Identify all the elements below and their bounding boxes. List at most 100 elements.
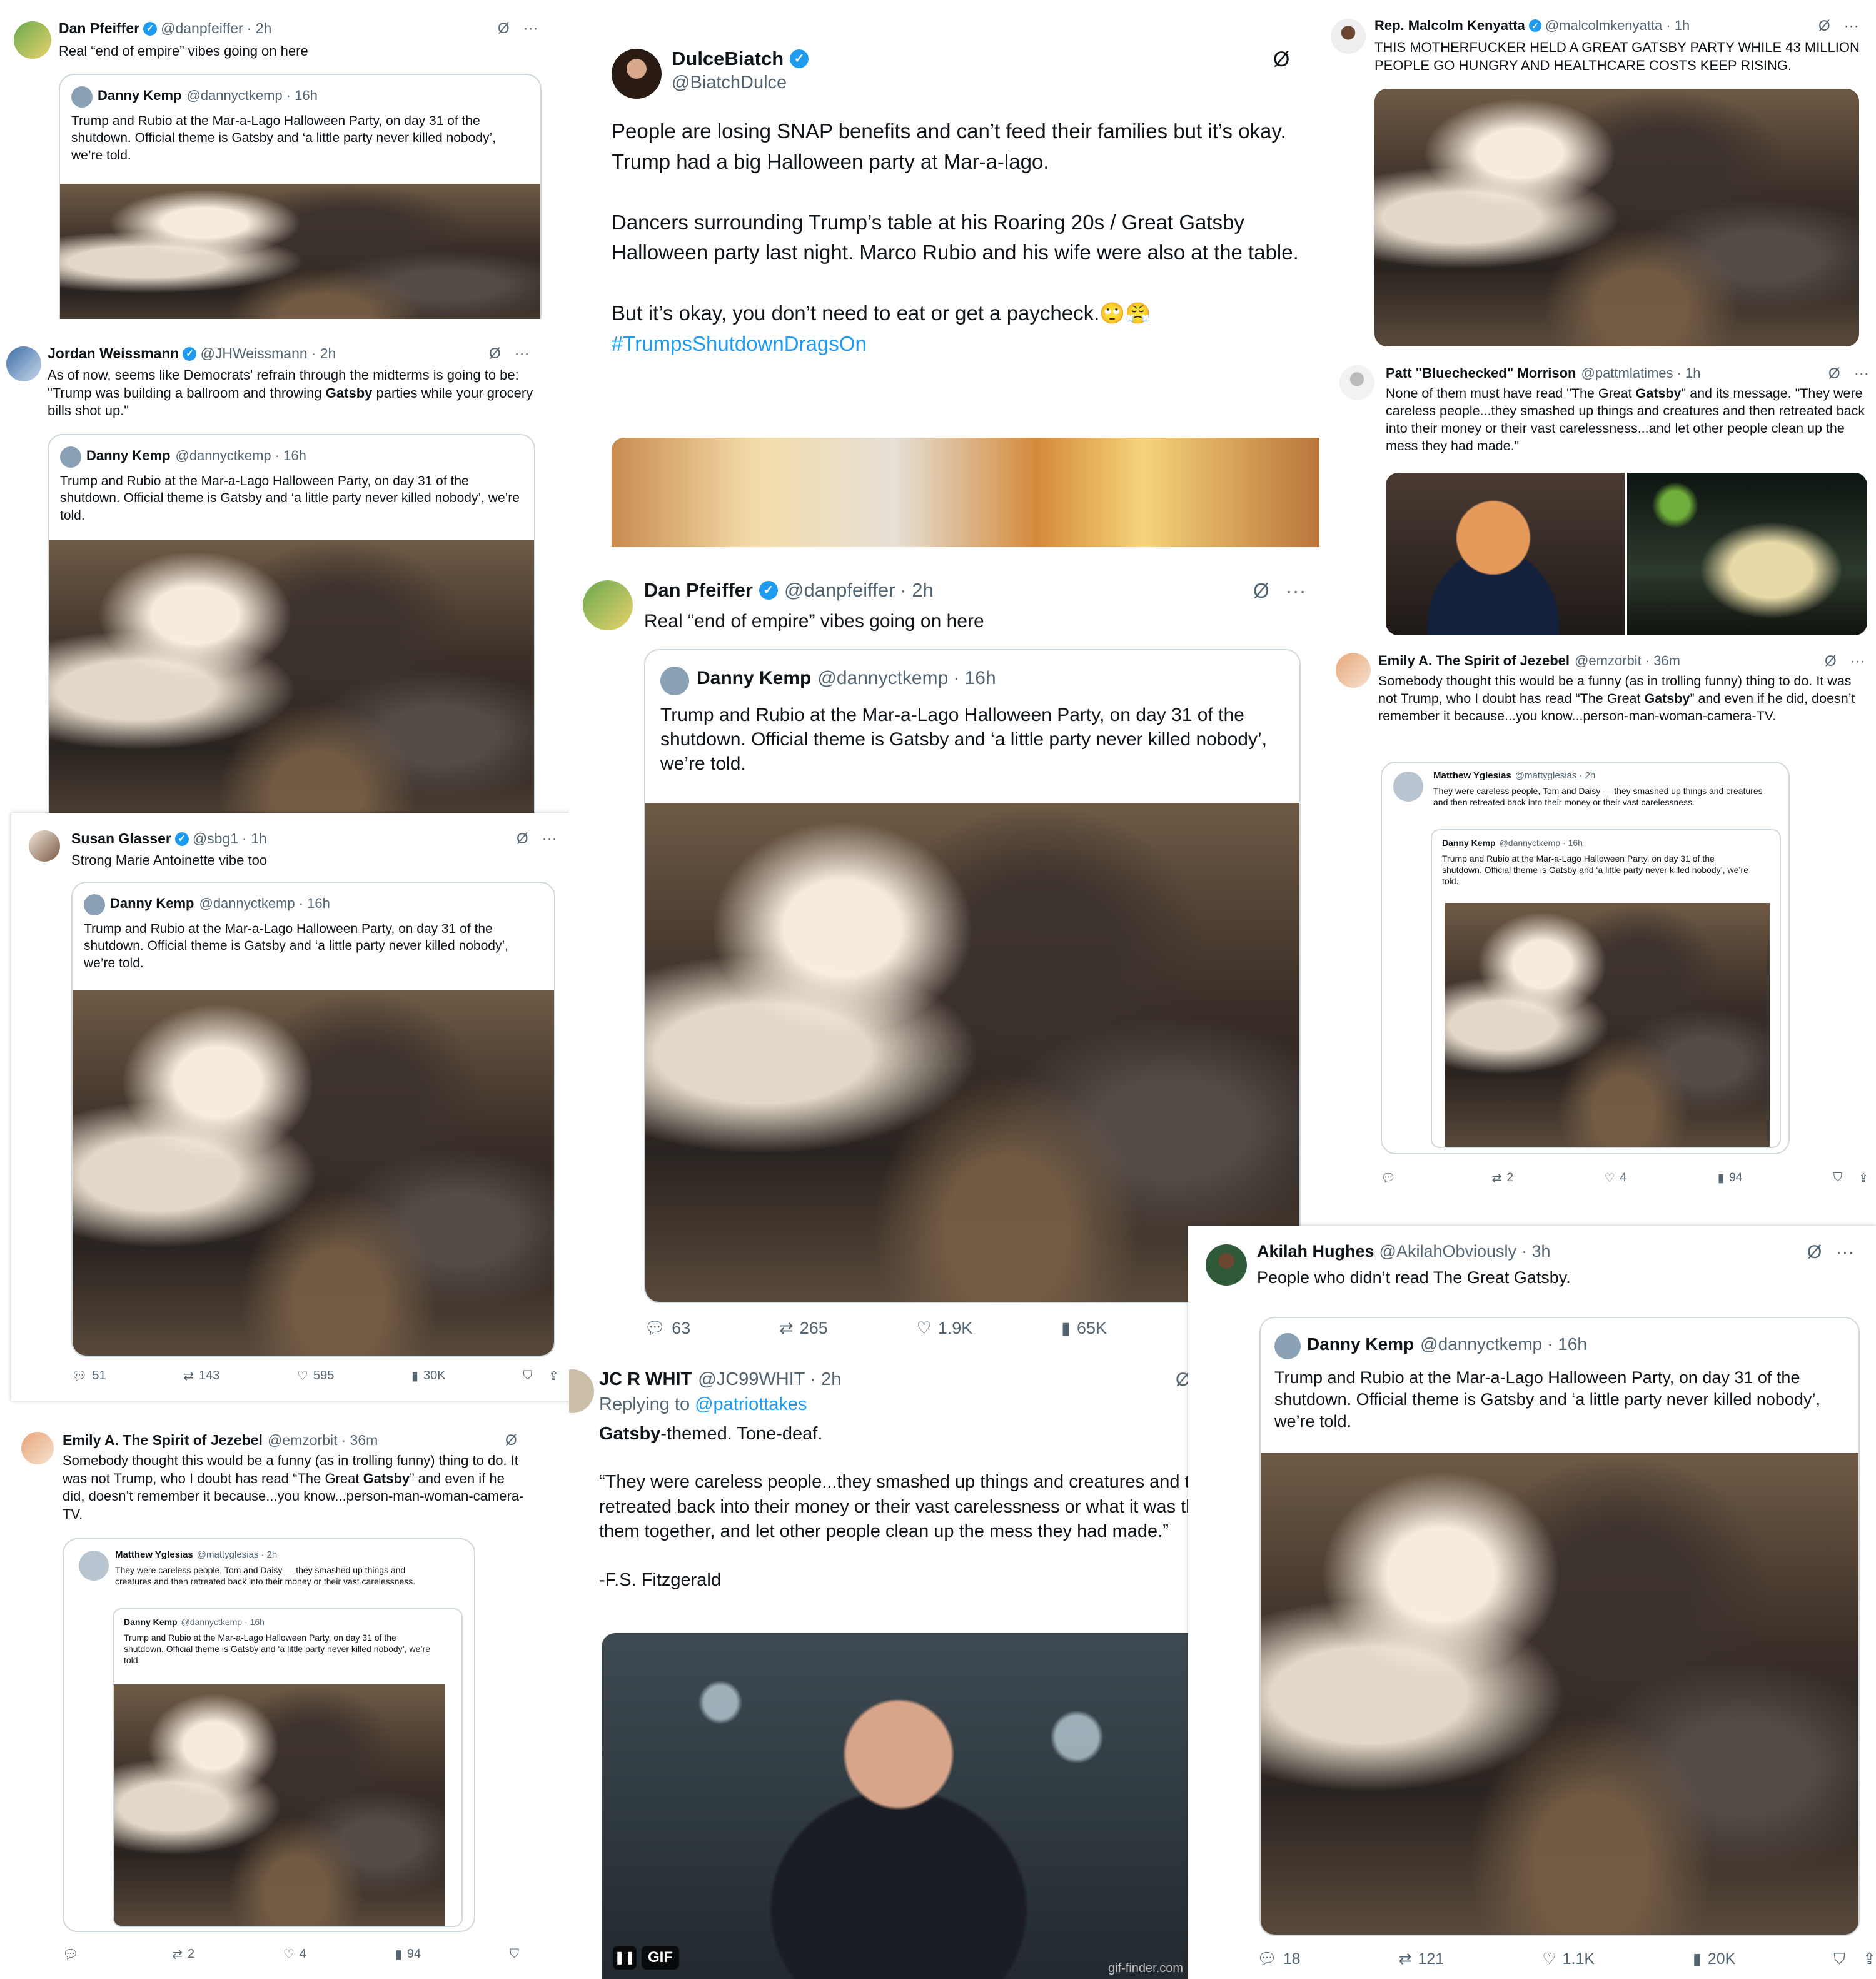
repost-button[interactable]: ⇄ 265 bbox=[779, 1319, 828, 1338]
repost-button[interactable]: ⇄ 2 bbox=[1492, 1171, 1514, 1186]
gatsby-toast-gif[interactable]: ❚❚ GIF gif-finder.com bbox=[602, 1633, 1194, 1979]
grok-icon[interactable]: Ø bbox=[1825, 653, 1837, 670]
party-photo[interactable] bbox=[1261, 1453, 1858, 1935]
avatar[interactable] bbox=[21, 1432, 54, 1464]
author-name[interactable]: Dan Pfeiffer bbox=[644, 579, 753, 602]
author-name[interactable]: Emily A. The Spirit of Jezebel bbox=[1378, 653, 1570, 669]
more-icon[interactable]: ··· bbox=[515, 345, 530, 363]
like-button[interactable]: ♡ 595 bbox=[297, 1368, 334, 1384]
repost-button[interactable]: ⇄ 2 bbox=[172, 1946, 194, 1962]
timestamp[interactable]: · 3h bbox=[1521, 1242, 1551, 1261]
views-button[interactable]: ▮ 20K bbox=[1693, 1950, 1735, 1968]
more-icon[interactable]: ··· bbox=[1844, 18, 1859, 35]
author-name[interactable]: Akilah Hughes bbox=[1257, 1242, 1374, 1261]
grok-icon[interactable]: Ø bbox=[517, 830, 528, 848]
author-name[interactable]: Emily A. The Spirit of Jezebel bbox=[63, 1432, 263, 1449]
party-photo[interactable] bbox=[1445, 903, 1770, 1147]
views-button[interactable]: ▮ 30K bbox=[411, 1368, 446, 1384]
grok-icon[interactable]: Ø bbox=[498, 20, 510, 38]
reply-button[interactable]: 💬︎ 51 bbox=[71, 1368, 106, 1384]
grok-icon[interactable]: Ø bbox=[505, 1432, 517, 1449]
avatar[interactable] bbox=[612, 49, 662, 99]
bookmark-icon[interactable]: ⛉ bbox=[1833, 1171, 1842, 1185]
views-button[interactable]: ▮ 65K bbox=[1061, 1319, 1107, 1338]
tweet-malcolm-kenyatta[interactable]: Rep. Malcolm Kenyatta ✓ @malcolmkenyatta… bbox=[1313, 0, 1876, 350]
share-icon[interactable]: ⇪ bbox=[1858, 1171, 1868, 1186]
grok-icon[interactable]: Ø bbox=[1273, 48, 1289, 72]
quoted-tweet[interactable]: Danny Kemp @dannyctkemp · 16h Trump and … bbox=[71, 882, 555, 1357]
nested-quoted-tweet[interactable]: Danny Kemp @dannyctkemp · 16h Trump and … bbox=[113, 1608, 463, 1927]
party-photo[interactable] bbox=[49, 540, 534, 813]
quoted-tweet[interactable]: Danny Kemp @dannyctkemp · 16h Trump and … bbox=[644, 649, 1301, 1303]
quoted-tweet[interactable]: Matthew Yglesias @mattyglesias · 2h They… bbox=[63, 1538, 475, 1932]
party-photo[interactable] bbox=[73, 990, 554, 1356]
author-handle[interactable]: @pattmlatimes bbox=[1581, 365, 1673, 381]
tweet-jordan-weissmann[interactable]: Jordan Weissmann ✓ @JHWeissmann · 2h Ø ·… bbox=[0, 331, 544, 813]
avatar[interactable] bbox=[1206, 1244, 1247, 1286]
avatar[interactable] bbox=[1336, 653, 1371, 688]
more-icon[interactable]: ··· bbox=[1286, 579, 1306, 603]
like-button[interactable]: ♡ 1.1K bbox=[1542, 1950, 1595, 1968]
timestamp[interactable]: · 2h bbox=[311, 345, 336, 362]
tweet-dulcebiatch[interactable]: DulceBiatch ✓ @BiatchDulce Ø People are … bbox=[569, 0, 1319, 550]
author-handle[interactable]: @JHWeissmann bbox=[200, 345, 307, 362]
more-icon[interactable]: ··· bbox=[523, 20, 538, 38]
avatar[interactable] bbox=[1339, 365, 1374, 400]
repost-button[interactable]: ⇄ 143 bbox=[183, 1368, 219, 1384]
timestamp[interactable]: · 1h bbox=[1666, 18, 1690, 34]
author-name[interactable]: DulceBiatch bbox=[672, 48, 784, 70]
grok-icon[interactable]: Ø bbox=[1807, 1242, 1822, 1263]
author-handle[interactable]: @JC99WHIT bbox=[698, 1369, 805, 1390]
like-button[interactable]: ♡ 4 bbox=[1605, 1171, 1627, 1186]
tweet-patt-morrison[interactable]: Patt "Bluechecked" Morrison @pattmlatime… bbox=[1326, 356, 1876, 644]
views-button[interactable]: ▮ 94 bbox=[1718, 1171, 1743, 1186]
timestamp[interactable]: · 1h bbox=[242, 830, 267, 847]
author-name[interactable]: Susan Glasser bbox=[71, 830, 171, 847]
tweet-dan-pfeiffer-top[interactable]: Dan Pfeiffer ✓ @danpfeiffer · 2h Ø ··· R… bbox=[0, 0, 553, 319]
grok-icon[interactable]: Ø bbox=[1253, 579, 1269, 603]
author-name[interactable]: Patt "Bluechecked" Morrison bbox=[1386, 365, 1576, 381]
quoted-tweet[interactable]: Danny Kemp @dannyctkemp · 16h Trump and … bbox=[59, 74, 542, 319]
timestamp[interactable]: · 2h bbox=[810, 1369, 841, 1390]
timestamp[interactable]: · 2h bbox=[247, 20, 272, 37]
party-photo[interactable] bbox=[114, 1684, 445, 1926]
hashtag-link[interactable]: #TrumpsShutdownDragsOn bbox=[612, 329, 1299, 360]
nested-quoted-tweet[interactable]: Danny Kemp @dannyctkemp · 16h Trump and … bbox=[1431, 829, 1781, 1148]
views-button[interactable]: ▮ 94 bbox=[395, 1946, 421, 1962]
author-handle[interactable]: @emzorbit bbox=[268, 1432, 338, 1449]
trump-photo[interactable] bbox=[1386, 473, 1625, 635]
like-button[interactable]: ♡ 1.9K bbox=[917, 1319, 973, 1338]
author-handle[interactable]: @danpfeiffer bbox=[161, 20, 243, 37]
bookmark-button[interactable]: ⛉ bbox=[510, 1947, 519, 1961]
timestamp[interactable]: · 1h bbox=[1677, 365, 1701, 381]
avatar[interactable] bbox=[14, 21, 51, 59]
repost-button[interactable]: ⇄ 121 bbox=[1399, 1950, 1445, 1968]
tweet-akilah-hughes[interactable]: Akilah Hughes @AkilahObviously · 3h Ø ··… bbox=[1188, 1226, 1876, 1979]
author-name[interactable]: Dan Pfeiffer bbox=[59, 20, 139, 37]
like-button[interactable]: ♡ 4 bbox=[283, 1946, 306, 1962]
reply-button[interactable]: 💬︎ 18 bbox=[1257, 1950, 1301, 1968]
share-icon[interactable]: ⇪ bbox=[548, 1368, 559, 1384]
avatar[interactable] bbox=[29, 830, 60, 862]
reply-button[interactable]: 💬︎ bbox=[1381, 1171, 1401, 1186]
party-photo[interactable] bbox=[1374, 89, 1859, 346]
bookmark-icon[interactable]: ⛉ bbox=[1833, 1950, 1845, 1968]
avatar[interactable] bbox=[569, 1369, 594, 1413]
more-icon[interactable]: ··· bbox=[1854, 365, 1869, 383]
party-photo[interactable] bbox=[60, 184, 540, 319]
replying-to-link[interactable]: @patriottakes bbox=[695, 1394, 807, 1415]
tweet-susan-glasser[interactable]: Susan Glasser ✓ @sbg1 · 1h Ø ··· Strong … bbox=[11, 813, 574, 1401]
mar-a-lago-photo[interactable] bbox=[1627, 473, 1867, 635]
author-handle[interactable]: @sbg1 bbox=[193, 830, 238, 847]
author-handle[interactable]: @AkilahObviously bbox=[1379, 1242, 1517, 1261]
author-handle[interactable]: @emzorbit bbox=[1575, 653, 1642, 669]
author-name[interactable]: Rep. Malcolm Kenyatta bbox=[1374, 18, 1525, 34]
author-name[interactable]: Jordan Weissmann bbox=[48, 345, 179, 362]
pause-icon[interactable]: ❚❚ bbox=[613, 1946, 637, 1970]
grok-icon[interactable]: Ø bbox=[489, 345, 501, 363]
tweet-emily-jezebel-left[interactable]: Emily A. The Spirit of Jezebel @emzorbit… bbox=[0, 1419, 538, 1979]
avatar[interactable] bbox=[6, 346, 41, 381]
reply-button[interactable]: 💬︎ bbox=[63, 1946, 83, 1962]
tweet-emily-jezebel-right[interactable]: Emily A. The Spirit of Jezebel @emzorbit… bbox=[1319, 644, 1876, 1201]
more-icon[interactable]: ··· bbox=[542, 830, 557, 848]
